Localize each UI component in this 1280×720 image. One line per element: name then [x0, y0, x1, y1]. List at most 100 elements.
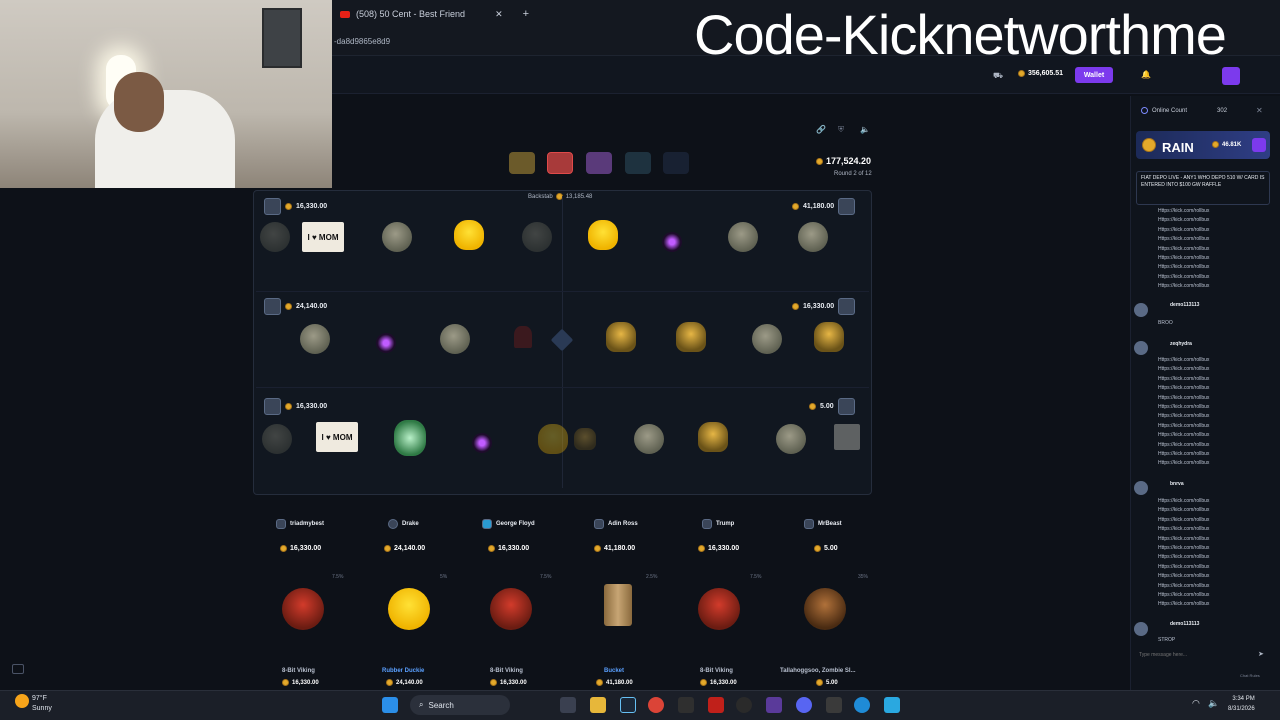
- reel-item-urn: [574, 428, 596, 450]
- file-explorer-icon[interactable]: [590, 697, 606, 713]
- player-avatar: [264, 298, 281, 315]
- steam-icon[interactable]: [620, 697, 636, 713]
- acrobat-icon[interactable]: [708, 697, 724, 713]
- online-label: Online Count: [1152, 107, 1188, 114]
- bell-icon[interactable]: 🔔: [1141, 70, 1151, 79]
- rain-banner[interactable]: [1136, 131, 1270, 159]
- coin-icon: [488, 545, 495, 552]
- sound-icon[interactable]: 🔈: [860, 125, 870, 134]
- prize-image-bucket: [604, 584, 632, 626]
- close-icon[interactable]: ✕: [1256, 106, 1263, 115]
- prize-image-viking: [698, 588, 740, 630]
- prize-chance: 5%: [440, 574, 448, 580]
- prize-image-viking: [490, 588, 532, 630]
- prize-value: 16,330.00: [700, 679, 737, 686]
- row-right-value: 16,330.00: [803, 303, 835, 310]
- player-avatar: [388, 519, 398, 529]
- reel-item-cap: [440, 324, 470, 354]
- weather-sun-icon: [15, 694, 29, 708]
- chat-message-block: Https://kick.com/rollbux Https://kick.com…: [1158, 208, 1210, 290]
- row-left-value: 16,330.00: [296, 203, 328, 210]
- reel-item-cap: [382, 222, 412, 252]
- case-icon: [586, 152, 612, 174]
- pinned-notice: FIAT DEPO LIVE - ANY1 WHO DEPO 510 W/ CA…: [1136, 171, 1270, 205]
- player-avatar: [838, 198, 856, 215]
- player-avatar: [276, 519, 286, 529]
- online-count-value: 302: [1217, 107, 1228, 114]
- prize-chance: 7.5%: [332, 574, 344, 580]
- coin-icon: [792, 203, 799, 210]
- coin-icon: [816, 157, 823, 165]
- reel-item-cap: [752, 324, 782, 354]
- avatar[interactable]: [1222, 67, 1240, 85]
- chat-input[interactable]: [1136, 648, 1270, 662]
- player-name: triadmybest: [276, 519, 324, 529]
- app-icon[interactable]: [678, 697, 694, 713]
- prize-value: 5.00: [816, 679, 838, 686]
- row-right-value: 5.00: [820, 403, 834, 410]
- site-header: [332, 56, 1280, 94]
- battle-row: [256, 196, 869, 292]
- coin-icon: [816, 679, 823, 686]
- discord-icon[interactable]: [796, 697, 812, 713]
- reel-item-duck: [588, 220, 618, 250]
- balance-value: 356,605.51: [1028, 70, 1064, 77]
- weather-temp: 97°F: [32, 695, 47, 702]
- webcam-overlay: [0, 0, 332, 188]
- wifi-icon[interactable]: ◠: [1192, 698, 1200, 709]
- chat-username: bnrva: [1170, 481, 1184, 487]
- taskbar: [0, 690, 1280, 720]
- chat-toggle-icon[interactable]: [12, 664, 24, 674]
- rain-join-button[interactable]: [1252, 138, 1266, 152]
- chat-username: demo113113: [1170, 302, 1200, 308]
- prize-value: 16,330.00: [490, 679, 527, 686]
- prize-chance: 35%: [858, 574, 869, 580]
- app-icon[interactable]: [826, 697, 842, 713]
- send-icon[interactable]: ➤: [1258, 650, 1264, 658]
- weather-widget[interactable]: 97°F Sunny: [32, 694, 52, 714]
- shield-icon[interactable]: ⛨: [838, 125, 844, 135]
- case-icon-active: [547, 152, 573, 174]
- prize-chance: 7.5%: [540, 574, 552, 580]
- reel-item-urn: [814, 322, 844, 352]
- weather-condition: Sunny: [32, 705, 52, 712]
- wallet-button[interactable]: Wallet: [1075, 67, 1113, 83]
- edge-icon[interactable]: [854, 697, 870, 713]
- player-name: Trump: [702, 519, 734, 529]
- volume-icon[interactable]: 🔈: [1208, 698, 1219, 709]
- prize-image-duck: [388, 588, 430, 630]
- team-left-chip: 16,330.00: [264, 398, 327, 415]
- reel-item-orb: [472, 433, 492, 453]
- case-icon: [663, 152, 689, 174]
- coin-icon: [700, 679, 707, 686]
- cart-icon[interactable]: ⛟: [993, 71, 1003, 81]
- avatar: [1134, 303, 1148, 317]
- app-icon[interactable]: [766, 697, 782, 713]
- team-right-chip: 41,180.00: [792, 198, 856, 215]
- team-left-chip: 24,140.00: [264, 298, 327, 315]
- reel-item-mom-sign: [834, 424, 860, 450]
- reel-item-cap: [728, 222, 758, 252]
- taskbar-search[interactable]: ⌕ Search: [410, 695, 510, 715]
- chrome-icon[interactable]: [648, 697, 664, 713]
- taskbar-clock[interactable]: 3:34 PM 8/31/2026: [1228, 694, 1255, 714]
- browser-tab[interactable]: (508) 50 Cent - Best Friend ✕ +: [340, 5, 529, 23]
- tab-title: (508) 50 Cent - Best Friend: [356, 9, 466, 19]
- reel-item-cap: [634, 424, 664, 454]
- coin-icon: [596, 679, 603, 686]
- coin-icon: [809, 403, 816, 410]
- prize-name: 8-Bit Viking: [700, 668, 733, 674]
- new-tab-icon[interactable]: +: [523, 8, 529, 20]
- app-icon[interactable]: [884, 697, 900, 713]
- windows-start-icon[interactable]: [382, 697, 398, 713]
- link-icon[interactable]: 🔗: [816, 125, 826, 134]
- avatar: [1134, 622, 1148, 636]
- close-icon[interactable]: ✕: [495, 9, 503, 20]
- webcam-person-head: [114, 72, 164, 132]
- prize-value: 41,180.00: [596, 679, 633, 686]
- obs-icon[interactable]: [736, 697, 752, 713]
- battle-total: 177,524.20: [816, 156, 871, 166]
- task-view-icon[interactable]: [560, 697, 576, 713]
- search-label: Search: [428, 700, 454, 710]
- chat-rules-link[interactable]: Chat Rules: [1240, 673, 1260, 678]
